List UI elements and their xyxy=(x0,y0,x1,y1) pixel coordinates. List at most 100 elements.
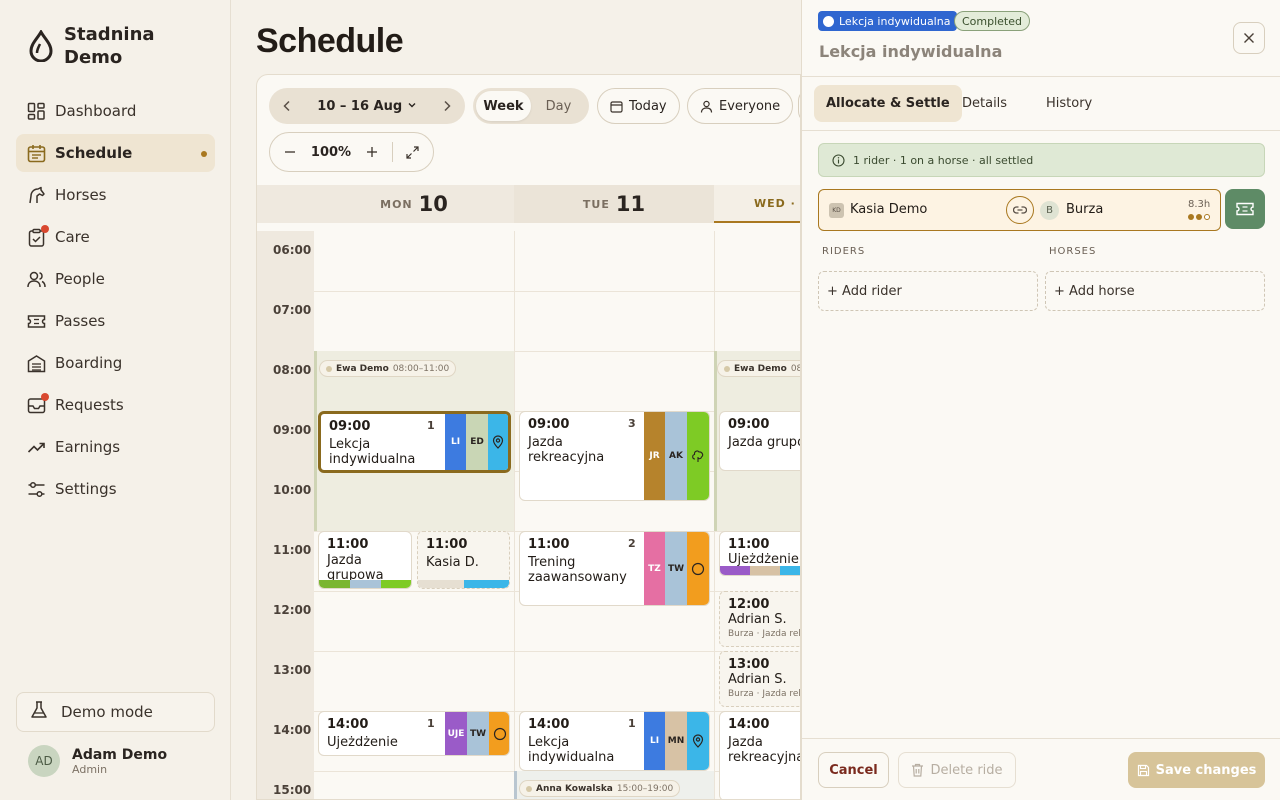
summary-text: 1 rider · 1 on a horse · all settled xyxy=(853,153,1034,167)
add-horse-button[interactable]: + Add horse xyxy=(1045,271,1265,311)
event-title: Ujeżdżenie xyxy=(728,552,799,567)
zoom-control: 100% xyxy=(269,132,434,172)
ring-icon xyxy=(687,532,709,605)
event-card[interactable]: 11:00 Jazda grupowa xyxy=(318,531,412,589)
info-icon xyxy=(832,153,845,167)
expand-icon[interactable] xyxy=(393,133,431,171)
next-week-button[interactable] xyxy=(429,88,465,124)
rider-avatar: KD xyxy=(829,203,844,218)
pass-button[interactable] xyxy=(1225,189,1265,229)
event-card[interactable]: 14:00 1 Lekcja indywidualna LI MN xyxy=(519,711,710,771)
prev-week-button[interactable] xyxy=(269,88,305,124)
location-pin-icon xyxy=(687,712,709,770)
hour-label: 10:00 xyxy=(273,483,312,497)
event-title: Trening zaawansowany xyxy=(528,555,627,585)
rider-name: Kasia Demo xyxy=(850,202,928,217)
notification-badge xyxy=(41,224,49,233)
sidebar-item-earnings[interactable]: Earnings xyxy=(16,428,215,466)
day-header-wed[interactable]: WED · T xyxy=(714,185,800,223)
event-time: 11:00 xyxy=(728,537,770,552)
week-navigator: 10 – 16 Aug xyxy=(269,88,465,124)
cancel-button[interactable]: Cancel xyxy=(818,752,889,788)
ride-detail-panel: Lekcja indywidualna Completed Lekcja ind… xyxy=(801,0,1280,800)
sidebar-item-people[interactable]: People xyxy=(16,260,215,298)
sidebar-item-dashboard[interactable]: Dashboard xyxy=(16,92,215,130)
sidebar-item-label: Settings xyxy=(55,480,117,498)
event-title: Lekcja indywidualna xyxy=(329,437,416,467)
event-card-private[interactable]: 13:00 Adrian S. Burza · Jazda rek xyxy=(719,651,800,707)
hour-label: 06:00 xyxy=(273,243,312,257)
event-card-selected[interactable]: 09:00 1 Lekcja indywidualna LI ED xyxy=(318,411,511,473)
panel-tabs: Allocate & Settle Details History xyxy=(802,77,1280,131)
unlink-button[interactable] xyxy=(1006,196,1034,224)
demo-mode-button[interactable]: Demo mode xyxy=(16,692,215,732)
sidebar: Stadnina Demo Dashboard Schedule Horses … xyxy=(0,0,231,800)
tab-history[interactable]: History xyxy=(1034,85,1104,122)
view-week-button[interactable]: Week xyxy=(476,91,531,121)
sidebar-item-label: Earnings xyxy=(55,438,121,456)
tab-details[interactable]: Details xyxy=(950,85,1019,122)
day-divider xyxy=(514,231,515,799)
event-title: Lekcja indywidualna xyxy=(528,735,615,765)
week-label[interactable]: 10 – 16 Aug xyxy=(305,99,429,114)
event-card[interactable]: 11:00 Ujeżdżenie xyxy=(719,531,800,576)
chip-name: Ewa Demo xyxy=(336,363,389,374)
sidebar-item-care[interactable]: Care xyxy=(16,218,215,256)
user-profile[interactable]: AD Adam Demo Admin xyxy=(28,745,167,777)
day-header-mon[interactable]: MON 10 xyxy=(314,185,514,223)
hour-label: 13:00 xyxy=(273,663,312,677)
event-card-private[interactable]: 12:00 Adrian S. Burza · Jazda rek xyxy=(719,591,800,647)
riders-section-label: RIDERS xyxy=(822,246,866,257)
instructor-chip[interactable]: Anna Kowalska 15:00–19:00 xyxy=(519,780,681,797)
chip-name: Ewa Demo xyxy=(734,363,787,374)
everyone-filter[interactable]: Everyone xyxy=(687,88,794,124)
delete-label: Delete ride xyxy=(930,762,1003,778)
view-day-button[interactable]: Day xyxy=(531,91,586,121)
building-icon xyxy=(27,354,46,373)
instructor-chip[interactable]: Ewa Demo 08:00–11:00 xyxy=(319,360,457,377)
rider-color-tag xyxy=(418,580,464,588)
zoom-out-button[interactable] xyxy=(270,133,310,171)
rider-color-tag xyxy=(350,580,381,588)
week-range: 10 – 16 Aug xyxy=(317,98,403,114)
delete-ride-button[interactable]: Delete ride xyxy=(898,752,1016,788)
horse-name: Burza xyxy=(1066,202,1104,217)
brand[interactable]: Stadnina Demo xyxy=(28,23,174,69)
sidebar-item-boarding[interactable]: Boarding xyxy=(16,344,215,382)
event-count: 1 xyxy=(427,717,435,730)
event-time: 09:00 xyxy=(528,417,570,432)
inbox-icon xyxy=(27,392,49,415)
today-button[interactable]: Today xyxy=(597,88,680,124)
sidebar-item-schedule[interactable]: Schedule xyxy=(16,134,215,172)
event-title: Jazda rekreacyjna xyxy=(728,735,801,765)
instructor-chip[interactable]: Ewa Demo08:0 xyxy=(717,360,800,377)
event-card-private[interactable]: 11:00 Kasia D. xyxy=(417,531,510,589)
event-card[interactable]: 09:00 3 Jazda rekreacyjna JR AK xyxy=(519,411,710,501)
zoom-in-button[interactable] xyxy=(352,133,392,171)
calendar-icon xyxy=(610,100,623,113)
day-num: 11 xyxy=(615,192,646,216)
event-card[interactable]: 14:00 Jazda rekreacyjna xyxy=(719,711,801,799)
save-changes-button[interactable]: Save changes xyxy=(1128,752,1265,788)
allocation-row[interactable]: KD Kasia Demo B Burza 8.3h xyxy=(818,189,1221,231)
sidebar-item-horses[interactable]: Horses xyxy=(16,176,215,214)
event-card[interactable]: 09:00 Jazda grupo xyxy=(719,411,800,471)
tab-allocate-settle[interactable]: Allocate & Settle xyxy=(814,85,962,122)
day-header-tue[interactable]: TUE 11 xyxy=(514,185,714,223)
close-button[interactable] xyxy=(1233,22,1265,54)
sidebar-item-passes[interactable]: Passes xyxy=(16,302,215,340)
event-card[interactable]: 14:00 1 Ujeżdżenie UJE TW xyxy=(318,711,510,756)
chip-name: Anna Kowalska xyxy=(536,783,613,794)
rider-color-tag xyxy=(780,566,800,575)
event-card[interactable]: 11:00 2 Trening zaawansowany TZ TW xyxy=(519,531,710,606)
logo-drop-icon xyxy=(29,30,53,62)
flask-icon xyxy=(29,700,49,724)
sidebar-item-settings[interactable]: Settings xyxy=(16,470,215,508)
event-time: 12:00 xyxy=(728,597,770,612)
sidebar-item-requests[interactable]: Requests xyxy=(16,386,215,424)
event-time: 09:00 xyxy=(728,417,770,432)
sidebar-item-label: Horses xyxy=(55,186,107,204)
add-rider-button[interactable]: + Add rider xyxy=(818,271,1038,311)
event-count: 3 xyxy=(628,417,636,430)
event-time: 14:00 xyxy=(728,717,770,732)
